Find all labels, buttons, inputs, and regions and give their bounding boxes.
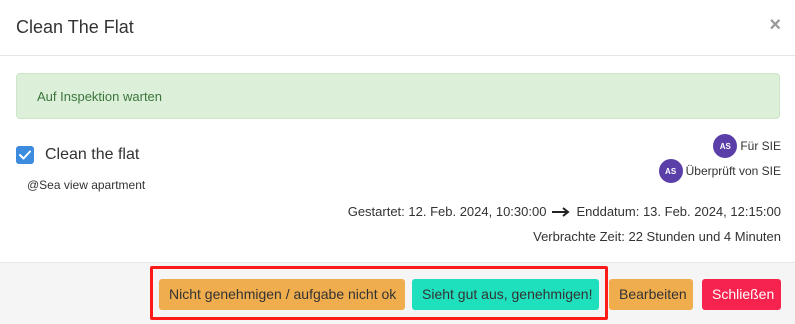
checkmark-icon [19, 150, 31, 160]
task-modal: Clean The Flat × Auf Inspektion warten C… [0, 0, 795, 324]
task-checkbox[interactable] [16, 146, 34, 164]
approve-button[interactable]: Sieht gut aus, genehmigen! [412, 279, 599, 310]
close-icon[interactable]: × [769, 13, 781, 37]
assignee-row: AS Für SIE [713, 134, 781, 158]
modal-header: Clean The Flat × [0, 0, 795, 56]
status-alert: Auf Inspektion warten [16, 73, 780, 119]
close-button[interactable]: Schließen [702, 279, 781, 310]
reviewer-label: Überprüft von SIE [685, 164, 781, 178]
assignee-label: Für SIE [740, 139, 781, 153]
task-title: Clean the flat [45, 146, 140, 163]
start-date: Gestartet: 12. Feb. 2024, 10:30:00 [347, 204, 547, 219]
arrow-right-icon [552, 207, 571, 217]
date-range: Gestartet: 12. Feb. 2024, 10:30:00 Endda… [348, 204, 781, 220]
avatar: AS [713, 134, 738, 158]
status-alert-text: Auf Inspektion warten [37, 89, 163, 104]
reject-button[interactable]: Nicht genehmigen / aufgabe nicht ok [159, 279, 405, 310]
avatar: AS [658, 159, 683, 183]
modal-title: Clean The Flat [16, 17, 134, 37]
time-spent: Verbrachte Zeit: 22 Stunden und 4 Minute… [533, 229, 781, 244]
task-location: @Sea view apartment [27, 178, 146, 192]
reviewer-row: AS Überprüft von SIE [658, 159, 781, 183]
edit-button[interactable]: Bearbeiten [609, 279, 693, 310]
end-date: Enddatum: 13. Feb. 2024, 12:15:00 [576, 204, 781, 219]
